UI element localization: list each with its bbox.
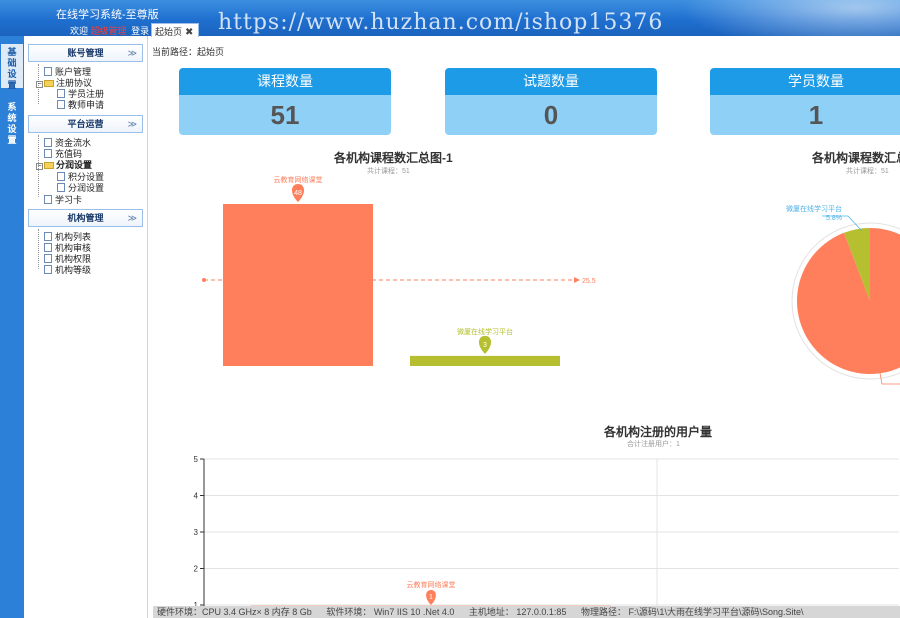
category-label: 云教育网络课堂 [274, 175, 323, 184]
y-tick-label: 4 [194, 492, 199, 501]
stat-label: 课程数量 [179, 68, 391, 95]
document-icon [57, 183, 65, 192]
footer-host: 主机地址： 127.0.0.1:85 [468, 607, 567, 617]
bar-chart: 48 云教育网络课堂 3 微厦在线学习平台 25.5 [202, 175, 596, 366]
chevron-double-down-icon[interactable]: ≫ [128, 210, 137, 226]
panel-account-management[interactable]: 账号管理 ≫ [28, 44, 143, 62]
tab-start-page[interactable]: 起始页 ✖ [151, 23, 199, 38]
pie-slice-percent: 5.8% [826, 215, 842, 222]
folder-icon [44, 80, 54, 87]
tree-item-study-card[interactable]: 学习卡 [44, 193, 82, 206]
pie-slice-label: 微厦在线学习平台 [786, 204, 842, 213]
tree-item-institution-levels[interactable]: 机构等级 [44, 263, 91, 276]
tab-label: 起始页 [155, 27, 183, 37]
tree-item-label: 分润设置 [56, 160, 93, 170]
data-label: 3 [483, 342, 487, 349]
watermark: https://www.huzhan.com/ishop15376 [218, 10, 664, 35]
module-basic-settings[interactable]: 基础设置 [1, 44, 23, 90]
bar-chart-title: 各机构课程数汇总图-1 [334, 151, 453, 165]
header-glow [680, 0, 900, 36]
stat-card-students: 学员数量 1 [710, 68, 900, 135]
chevron-double-down-icon[interactable]: ≫ [128, 116, 137, 132]
sidebar: 账号管理 ≫ 账户管理 − 注册协议 学员注册 教师申请 平台运营 ≫ 资金流水 … [24, 36, 148, 618]
tree-item-teacher-apply[interactable]: 教师申请 [57, 98, 104, 111]
bar [410, 355, 560, 366]
welcome-prefix: 欢迎 [70, 26, 89, 36]
document-icon [44, 67, 52, 76]
panel-title: 平台运营 [67, 119, 104, 129]
document-icon [57, 172, 65, 181]
main-content: 当前路径：起始页 课程数量 51 试题数量 0 学员数量 1 各机构课程数汇总图… [149, 37, 900, 618]
category-label: 微厦在线学习平台 [457, 327, 513, 336]
login-link[interactable]: 登录 [131, 26, 149, 36]
category-label: 云教育网络课堂 [407, 580, 456, 589]
tree-line [38, 229, 39, 269]
document-icon [44, 138, 52, 147]
document-icon [44, 254, 52, 263]
panel-platform-operation[interactable]: 平台运营 ≫ [28, 115, 143, 133]
average-line-start [202, 277, 206, 282]
stat-card-questions: 试题数量 0 [445, 68, 657, 135]
footer-hardware: 硬件环境：CPU 3.4 GHz× 8 内存 8 Gb [157, 607, 312, 617]
module-basic-label: 基础设置 [7, 47, 17, 90]
average-line-label: 25.5 [582, 278, 596, 285]
tree-item-label: 机构等级 [55, 265, 92, 275]
tree-item-label: 学习卡 [55, 195, 83, 205]
stat-card-courses: 课程数量 51 [179, 68, 391, 135]
welcome-bar: 欢迎 超级管理 登录 [70, 24, 149, 36]
footer-status-bar: 硬件环境：CPU 3.4 GHz× 8 内存 8 Gb 软件环境： Win7 I… [153, 606, 900, 618]
y-tick-label: 5 [194, 455, 199, 464]
document-icon [44, 232, 52, 241]
document-icon [44, 149, 52, 158]
bar [223, 204, 373, 366]
stat-label: 试题数量 [445, 68, 657, 95]
app-title: 在线学习系统-至尊版 [56, 9, 159, 21]
panel-institution-management[interactable]: 机构管理 ≫ [28, 209, 143, 227]
document-icon [57, 89, 65, 98]
module-system-label: 系统设置 [7, 102, 17, 145]
tree-item-label: 分润设置 [68, 183, 105, 193]
collapse-icon[interactable]: − [36, 81, 43, 88]
breadcrumb: 当前路径：起始页 [152, 47, 225, 57]
document-icon [57, 100, 65, 109]
pie-chart-title: 各机构课程数汇总 [812, 151, 900, 165]
tree-item-label: 教师申请 [68, 100, 105, 110]
pie-chart-subtitle: 共计课程：51 [846, 168, 889, 175]
footer-software: 软件环境： Win7 IIS 10 .Net 4.0 [326, 607, 455, 617]
user-chart: 123451云教育网络课堂 [194, 455, 899, 618]
footer-path: 物理路径： F:\源码\1\大雨在线学习平台\源码\Song.Site\ [580, 607, 804, 617]
stat-value: 0 [445, 95, 657, 135]
panel-title: 账号管理 [67, 48, 104, 58]
app-header: 在线学习系统-至尊版 https://www.huzhan.com/ishop1… [0, 0, 900, 36]
pie-slice [797, 228, 900, 374]
y-tick-label: 2 [194, 565, 199, 574]
data-label: 48 [294, 190, 302, 197]
admin-name-link[interactable]: 超级管理 [91, 26, 127, 36]
pie-chart: 微厦在线学习平台 5.8% [786, 204, 900, 385]
user-chart-subtitle: 合计注册用户：1 [627, 441, 680, 448]
module-strip: 基础设置 系统设置 [0, 36, 24, 618]
collapse-icon[interactable]: − [36, 163, 43, 170]
stat-value: 1 [710, 95, 900, 135]
user-chart-title: 各机构注册的用户量 [604, 425, 713, 439]
average-line-arrow [574, 276, 580, 283]
module-system-settings[interactable]: 系统设置 [1, 102, 23, 146]
document-icon [44, 243, 52, 252]
chevron-double-down-icon[interactable]: ≫ [128, 45, 137, 61]
stat-label: 学员数量 [710, 68, 900, 95]
document-icon [44, 195, 52, 204]
data-label: 1 [429, 594, 433, 601]
stat-value: 51 [179, 95, 391, 135]
document-icon [44, 265, 52, 274]
y-tick-label: 3 [194, 528, 199, 537]
folder-icon [44, 162, 54, 169]
panel-title: 机构管理 [67, 213, 104, 223]
